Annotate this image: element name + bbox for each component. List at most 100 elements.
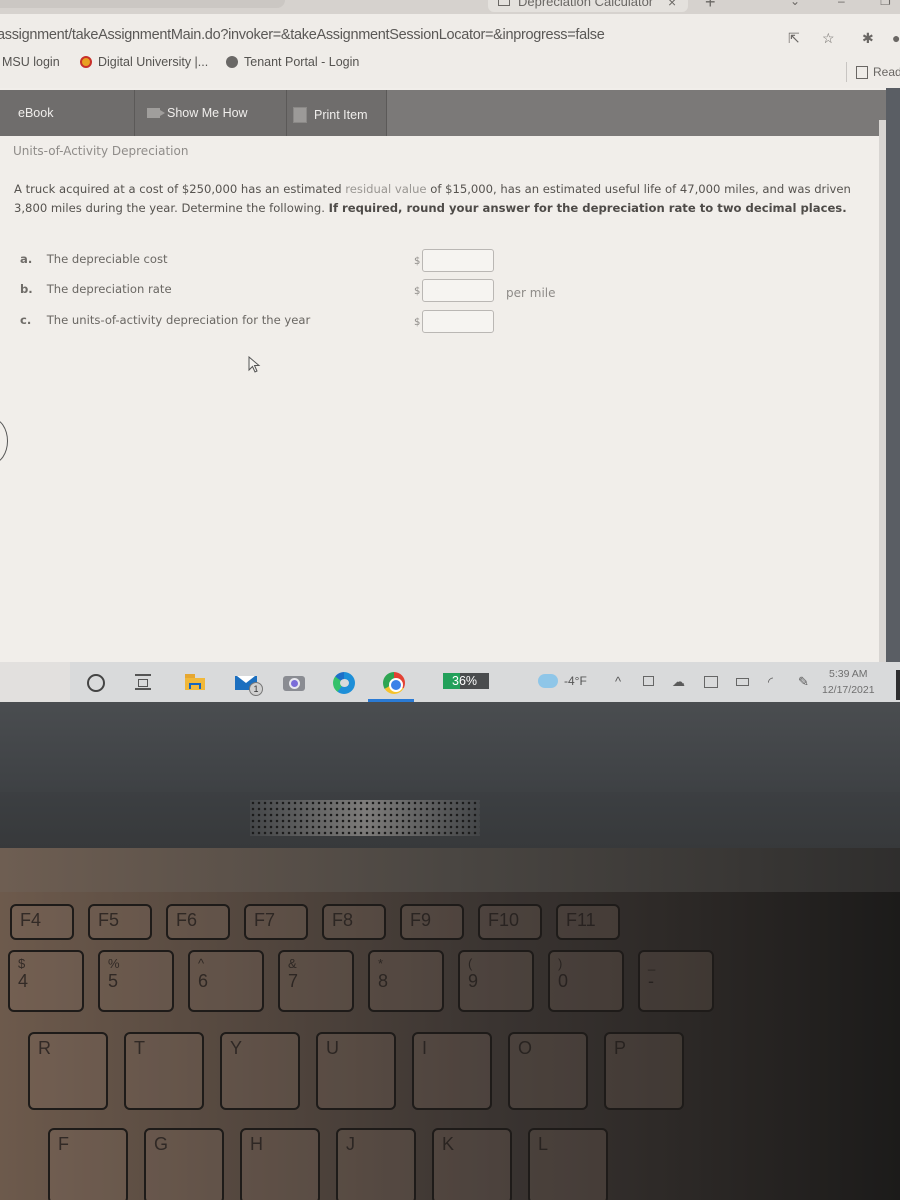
function-key: F6 <box>166 904 230 940</box>
battery-tray-icon[interactable] <box>736 678 749 686</box>
wifi-icon[interactable]: ◜ <box>768 674 773 690</box>
key-label: F5 <box>98 910 120 930</box>
letter-key: T <box>124 1032 204 1110</box>
key-shift-label: & <box>288 956 297 971</box>
ebook-button[interactable]: eBook <box>0 90 135 136</box>
meet-now-icon[interactable] <box>643 676 654 686</box>
show-me-how-label: Show Me How <box>167 106 248 120</box>
question-row-a: a. The depreciable cost $ <box>20 249 580 276</box>
chrome-icon[interactable] <box>383 672 405 694</box>
address-bar[interactable]: assignment/takeAssignmentMain.do?invoker… <box>0 20 900 52</box>
question-label: The depreciation rate <box>46 282 172 296</box>
function-key: F9 <box>400 904 464 940</box>
star-icon[interactable]: ☆ <box>822 30 835 47</box>
unit-label: per mile <box>506 286 556 300</box>
function-key: F7 <box>244 904 308 940</box>
problem-statement: A truck acquired at a cost of $250,000 h… <box>14 180 874 217</box>
bookmark-msu-login[interactable]: MSU login <box>2 55 60 69</box>
key-label: F6 <box>176 910 198 930</box>
letter-key: U <box>316 1032 396 1110</box>
problem-title: Units-of-Activity Depreciation <box>13 144 189 158</box>
letter-key: K <box>432 1128 512 1200</box>
search-icon[interactable] <box>87 674 105 692</box>
annual-depreciation-input[interactable] <box>422 310 494 333</box>
number-key: _ - <box>638 950 714 1012</box>
onedrive-icon[interactable]: ☁ <box>672 674 685 690</box>
camera-icon[interactable] <box>283 672 305 692</box>
depreciable-cost-input[interactable] <box>422 249 494 272</box>
share-icon[interactable]: ⇱ <box>788 30 800 47</box>
weather-widget[interactable]: -4°F <box>538 674 587 688</box>
key-label: F <box>58 1134 69 1154</box>
key-label: U <box>326 1038 339 1058</box>
key-label: F7 <box>254 910 276 930</box>
url-text[interactable]: assignment/takeAssignmentMain.do?invoker… <box>0 27 605 43</box>
key-label: I <box>422 1038 428 1058</box>
edge-icon[interactable] <box>333 672 355 694</box>
tab-close-icon[interactable]: × <box>668 0 676 10</box>
page-scrollbar[interactable] <box>879 120 886 668</box>
browser-tab-strip: Depreciation Calculator × + ⌄ – ❐ <box>0 0 900 14</box>
chevron-up-icon[interactable]: ^ <box>615 674 621 689</box>
reading-list-button[interactable]: Read <box>856 65 900 79</box>
key-shift-label: % <box>108 956 120 971</box>
tab-search-icon[interactable]: ⌄ <box>790 0 800 8</box>
camera-lens <box>289 678 300 689</box>
key-shift-label: ) <box>558 956 563 971</box>
depreciation-rate-input[interactable] <box>422 279 494 302</box>
browser-tab-active[interactable]: Depreciation Calculator <box>488 0 688 12</box>
key-label: O <box>518 1038 533 1058</box>
number-key: & 7 <box>278 950 354 1012</box>
number-key: (9 <box>458 950 534 1012</box>
profile-icon[interactable]: ● <box>892 30 900 46</box>
print-icon <box>293 107 307 123</box>
function-key: F8 <box>322 904 386 940</box>
taskbar-left-area <box>0 662 70 702</box>
show-me-how-button[interactable]: Show Me How <box>135 90 287 136</box>
print-item-button[interactable]: Print Item <box>287 90 387 136</box>
new-tab-icon[interactable]: + <box>705 0 716 13</box>
bookmark-label: MSU login <box>2 55 60 69</box>
laptop-screen: Depreciation Calculator × + ⌄ – ❐ assign… <box>0 0 900 702</box>
question-label: The units-of-activity depreciation for t… <box>46 313 311 327</box>
key-label: R <box>38 1038 51 1058</box>
reading-list-label: Read <box>873 65 900 79</box>
bookmark-digital-university[interactable]: Digital University |... <box>80 55 208 69</box>
toolbar-filler <box>387 90 886 136</box>
question-letter: b. <box>20 282 33 296</box>
question-label: The depreciable cost <box>46 252 168 266</box>
key-label: 8 <box>378 971 389 991</box>
letter-key: Y <box>220 1032 300 1110</box>
screen-edge <box>886 88 900 668</box>
key-label: F8 <box>332 910 354 930</box>
bookmark-tenant-portal[interactable]: Tenant Portal - Login <box>226 55 359 69</box>
question-letter: a. <box>20 252 33 266</box>
restore-icon[interactable]: ❐ <box>880 0 891 8</box>
assignment-toolbar: eBook Show Me How Print Item <box>0 90 886 136</box>
temperature: -4°F <box>564 674 587 688</box>
task-view-icon[interactable] <box>135 674 151 690</box>
display-icon[interactable] <box>704 676 718 688</box>
show-desktop-button[interactable] <box>896 670 900 700</box>
pen-icon[interactable]: ✎ <box>798 674 809 690</box>
currency-symbol: $ <box>414 286 421 297</box>
file-explorer-icon[interactable] <box>185 672 207 692</box>
glossary-term-link[interactable]: residual value <box>345 182 426 196</box>
key-shift-label: ( <box>468 956 473 971</box>
battery-indicator[interactable]: 36% <box>443 673 489 689</box>
clock-time: 5:39 AM <box>829 668 868 680</box>
clock[interactable]: 5:39 AM 12/17/2021 <box>822 666 875 698</box>
mail-icon[interactable]: 1 <box>235 672 263 696</box>
tab-title: Depreciation Calculator <box>518 0 654 9</box>
letter-key: F <box>48 1128 128 1200</box>
browser-tab[interactable] <box>0 0 285 8</box>
side-navigation-handle[interactable] <box>0 418 8 464</box>
minimize-icon[interactable]: – <box>838 0 845 8</box>
key-label: H <box>250 1134 263 1154</box>
function-key: F10 <box>478 904 542 940</box>
key-label: 7 <box>288 971 299 991</box>
number-key: * 8 <box>368 950 444 1012</box>
screen-bezel <box>0 702 900 792</box>
extensions-icon[interactable]: ✱ <box>862 30 874 47</box>
question-row-c: c. The units-of-activity depreciation fo… <box>20 310 580 337</box>
